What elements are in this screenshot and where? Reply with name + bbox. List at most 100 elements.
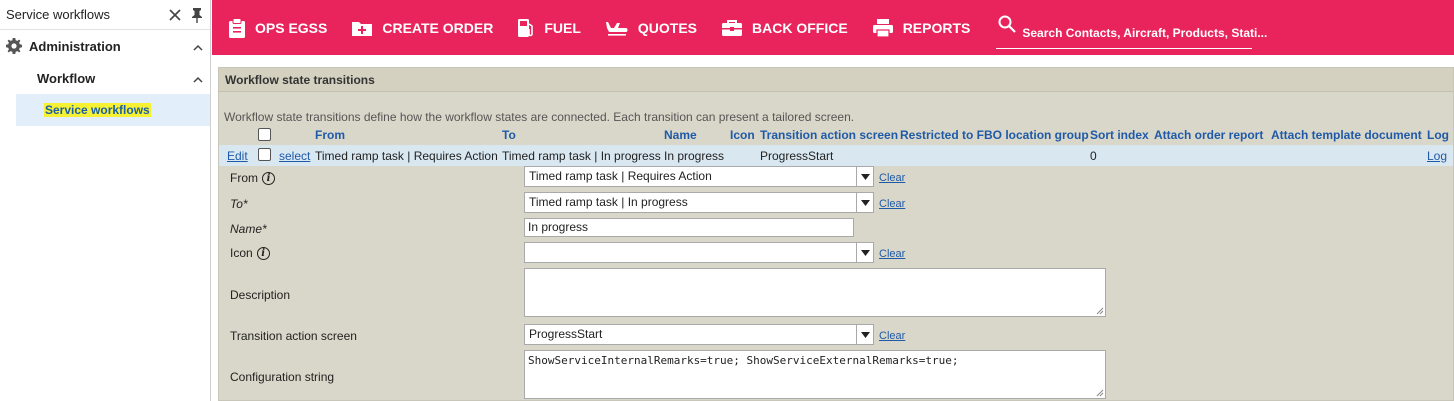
chevron-up-icon[interactable]	[186, 39, 210, 54]
main-content: Workflow state transitions Workflow stat…	[212, 55, 1454, 401]
icon-select[interactable]	[524, 242, 874, 263]
icon-label-text: Icon	[230, 246, 253, 260]
config-value: ShowServiceInternalRemarks=true; ShowSer…	[528, 354, 959, 367]
grid-header: From To Name Icon Transition action scre…	[219, 125, 1453, 145]
to-select-value: Timed ramp task | In progress	[529, 195, 688, 209]
chevron-down-icon[interactable]	[856, 167, 873, 186]
from-label-text: From	[230, 171, 258, 185]
sidebar-header: Service workflows	[0, 0, 210, 30]
pin-icon[interactable]	[188, 6, 206, 24]
sidebar-title: Service workflows	[6, 7, 111, 22]
close-icon[interactable]	[166, 6, 184, 24]
from-select-value: Timed ramp task | Requires Action	[529, 169, 712, 183]
name-input[interactable]: In progress	[524, 218, 854, 237]
sidebar-item-label: Administration	[29, 38, 121, 54]
table-row: Edit select Timed ramp task | Requires A…	[219, 145, 1453, 166]
col-attach-report[interactable]: Attach order report	[1154, 128, 1263, 142]
transition-screen-clear-link[interactable]: Clear	[879, 330, 905, 342]
icon-label: Icon i	[230, 246, 270, 260]
select-all-checkbox[interactable]	[258, 128, 271, 141]
nav-back-office[interactable]: BACK OFFICE	[721, 19, 848, 37]
col-icon[interactable]: Icon	[730, 128, 755, 142]
sidebar-item-label: Workflow	[37, 70, 96, 86]
to-clear-link[interactable]: Clear	[879, 198, 905, 210]
transition-screen-value: ProgressStart	[529, 327, 603, 341]
info-icon[interactable]: i	[262, 171, 275, 185]
panel-title: Workflow state transitions	[219, 68, 1453, 92]
printer-icon	[872, 18, 893, 38]
config-label-text: Configuration string	[230, 370, 335, 384]
to-label: To*	[230, 197, 248, 211]
from-clear-link[interactable]: Clear	[879, 172, 905, 184]
resize-handle-icon[interactable]	[1096, 307, 1104, 315]
col-sort-index[interactable]: Sort index	[1090, 128, 1149, 142]
cell-from: Timed ramp task | Requires Action	[315, 149, 498, 163]
chevron-down-icon[interactable]	[856, 325, 873, 344]
info-icon[interactable]: i	[256, 246, 270, 260]
config-textarea[interactable]: ShowServiceInternalRemarks=true; ShowSer…	[524, 350, 1106, 399]
briefcase-icon	[722, 19, 743, 36]
chevron-down-icon[interactable]	[856, 193, 873, 212]
name-label: Name*	[230, 222, 267, 236]
select-link[interactable]: select	[279, 149, 310, 163]
to-select[interactable]: Timed ramp task | In progress	[524, 192, 874, 213]
sidebar: Service workflows Administration Workflo…	[0, 0, 211, 401]
resize-handle-icon[interactable]	[1096, 389, 1104, 397]
transitions-panel: Workflow state transitions Workflow stat…	[218, 67, 1454, 401]
description-label: Description	[230, 288, 290, 302]
col-from[interactable]: From	[315, 128, 345, 142]
nav-label: OPS EGSS	[255, 19, 328, 36]
to-label-text: To*	[230, 197, 248, 211]
sidebar-item-service-workflows[interactable]: Service workflows	[16, 94, 210, 126]
gear-icon	[5, 36, 25, 56]
col-transition-screen[interactable]: Transition action screen	[760, 128, 898, 142]
nav-reports[interactable]: REPORTS	[872, 18, 971, 38]
name-label-text: Name*	[230, 222, 267, 236]
nav-create-order[interactable]: CREATE ORDER	[351, 19, 493, 37]
add-order-icon	[352, 21, 373, 36]
sidebar-item-workflow[interactable]: Workflow	[0, 62, 210, 94]
transition-screen-select[interactable]: ProgressStart	[524, 324, 874, 345]
cell-transition-screen: ProgressStart	[760, 149, 834, 163]
panel-description: Workflow state transitions define how th…	[224, 110, 855, 124]
transition-screen-label-text: Transition action screen	[230, 329, 357, 343]
col-attach-template[interactable]: Attach template document	[1271, 128, 1422, 142]
clipboard-icon	[229, 17, 245, 38]
log-link[interactable]: Log	[1427, 149, 1447, 163]
nav-ops-egss[interactable]: OPS EGSS	[228, 17, 328, 38]
nav-label: BACK OFFICE	[752, 19, 848, 36]
nav-label: QUOTES	[637, 19, 698, 36]
col-restricted[interactable]: Restricted to FBO location group	[900, 128, 1089, 142]
nav-label: CREATE ORDER	[382, 19, 494, 36]
search-icon	[998, 15, 1017, 33]
nav-label: FUEL	[544, 19, 581, 36]
sidebar-item-administration[interactable]: Administration	[0, 30, 210, 62]
col-to[interactable]: To	[502, 128, 516, 142]
fuel-pump-icon	[518, 18, 534, 37]
description-textarea[interactable]	[524, 268, 1106, 317]
from-label: From i	[230, 171, 275, 185]
col-log[interactable]: Log	[1427, 128, 1449, 142]
search-input[interactable]: Search Contacts, Aircraft, Products, Sta…	[1022, 26, 1267, 40]
transition-screen-label: Transition action screen	[230, 329, 357, 343]
top-navigation-bar: OPS EGSS CREATE ORDER FUEL QUOTES BACK O…	[212, 0, 1454, 55]
from-select[interactable]: Timed ramp task | Requires Action	[524, 166, 874, 187]
nav-quotes[interactable]: QUOTES	[605, 20, 697, 36]
cell-sort-index: 0	[1090, 149, 1097, 163]
col-name[interactable]: Name	[664, 128, 697, 142]
airplane-icon	[605, 21, 628, 36]
global-search[interactable]: Search Contacts, Aircraft, Products, Sta…	[996, 7, 1267, 49]
description-label-text: Description	[230, 288, 291, 302]
config-label: Configuration string	[230, 370, 334, 384]
nav-label: REPORTS	[902, 19, 971, 36]
cell-name: In progress	[664, 149, 725, 163]
search-underline	[996, 47, 1253, 49]
cell-to: Timed ramp task | In progress	[502, 149, 661, 163]
nav-fuel[interactable]: FUEL	[517, 18, 581, 38]
row-checkbox[interactable]	[258, 148, 271, 161]
edit-link[interactable]: Edit	[227, 149, 248, 163]
sidebar-item-label: Service workflows	[44, 103, 151, 117]
chevron-up-icon[interactable]	[186, 71, 210, 86]
chevron-down-icon[interactable]	[856, 243, 873, 262]
icon-clear-link[interactable]: Clear	[879, 248, 905, 260]
